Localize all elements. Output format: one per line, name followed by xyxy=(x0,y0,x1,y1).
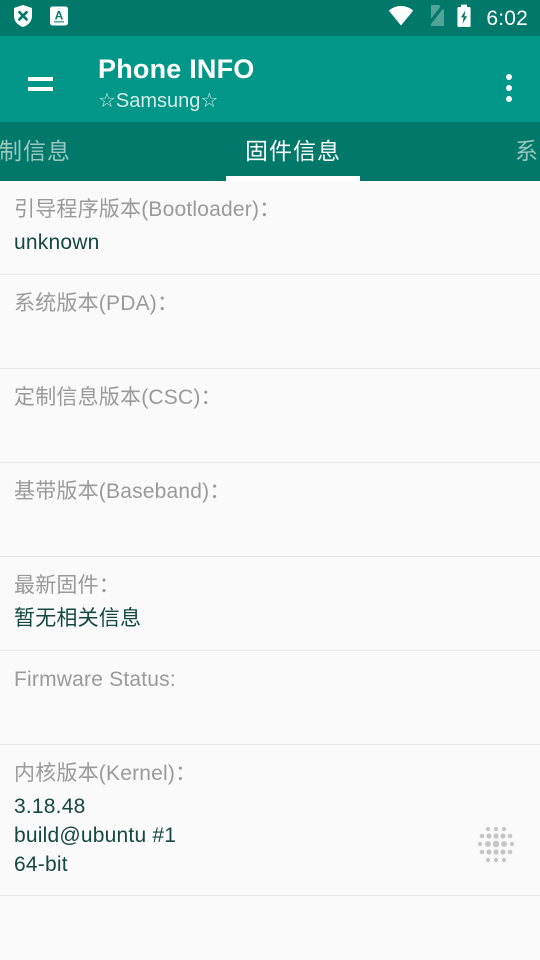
list-item-label: 定制信息版本(CSC)： xyxy=(14,386,222,409)
list-item-firmware-status[interactable]: Firmware Status: xyxy=(0,651,540,745)
list-item-value: 3.18.48 build@ubuntu #1 64-bit xyxy=(14,795,177,876)
list-item-label: 系统版本(PDA)： xyxy=(14,292,179,315)
list-item-label: 最新固件： xyxy=(14,574,120,597)
tab-firmware-info[interactable]: 固件信息 xyxy=(158,122,428,181)
status-bar: A 6:02 xyxy=(0,0,540,36)
tab-system-info[interactable]: 系统信息 xyxy=(428,122,540,181)
tab-bar: 定制信息 固件信息 系统信息 xyxy=(0,122,540,181)
no-sim-icon xyxy=(425,3,446,33)
shield-x-icon xyxy=(12,4,34,33)
list-item-label: 内核版本(Kernel)： xyxy=(14,762,197,785)
list-item-value: 暂无相关信息 xyxy=(14,607,142,630)
app-screen: A 6:02 Phone INFO ☆Samsung☆ 制信息 固件信息 系 引… xyxy=(0,0,540,960)
tab-custom-info[interactable]: 定制信息 xyxy=(0,122,158,181)
letter-a-badge-icon: A xyxy=(48,4,70,33)
list-item-baseband[interactable]: 基带版本(Baseband)： xyxy=(0,463,540,557)
wifi-icon xyxy=(388,5,414,32)
tab-label: 固件信息 xyxy=(245,138,341,164)
list-item-pda[interactable]: 系统版本(PDA)： xyxy=(0,275,540,369)
app-bar: Phone INFO ☆Samsung☆ xyxy=(0,36,540,122)
list-item-value: unknown xyxy=(14,231,100,254)
page-title: Phone INFO xyxy=(98,54,255,84)
status-bar-left-icons: A xyxy=(12,4,70,33)
list-item-label: 引导程序版本(Bootloader)： xyxy=(14,198,281,221)
firmware-info-list[interactable]: 引导程序版本(Bootloader)： unknown 系统版本(PDA)： 定… xyxy=(0,181,540,960)
list-item-csc[interactable]: 定制信息版本(CSC)： xyxy=(0,369,540,463)
list-item-bootloader[interactable]: 引导程序版本(Bootloader)： unknown xyxy=(0,181,540,275)
list-item-label: Firmware Status: xyxy=(14,668,176,691)
dot-grid-icon xyxy=(474,823,518,867)
list-item-kernel[interactable]: 内核版本(Kernel)： 3.18.48 build@ubuntu #1 64… xyxy=(0,745,540,896)
list-item-latest-firmware[interactable]: 最新固件： 暂无相关信息 xyxy=(0,557,540,651)
battery-charging-icon xyxy=(456,4,472,33)
hamburger-menu-icon[interactable] xyxy=(22,66,58,102)
overflow-menu-icon[interactable] xyxy=(492,66,526,110)
list-item-label: 基带版本(Baseband)： xyxy=(14,480,231,503)
svg-text:A: A xyxy=(55,8,64,22)
tab-label: 系统信息 xyxy=(515,138,540,164)
status-bar-clock: 6:02 xyxy=(486,6,528,30)
app-bar-titles: Phone INFO ☆Samsung☆ xyxy=(98,46,492,114)
tab-label: 定制信息 xyxy=(0,138,71,164)
tab-strip: 定制信息 固件信息 系统信息 xyxy=(0,122,540,181)
status-bar-right-icons: 6:02 xyxy=(388,3,528,33)
page-subtitle: ☆Samsung☆ xyxy=(98,90,219,112)
